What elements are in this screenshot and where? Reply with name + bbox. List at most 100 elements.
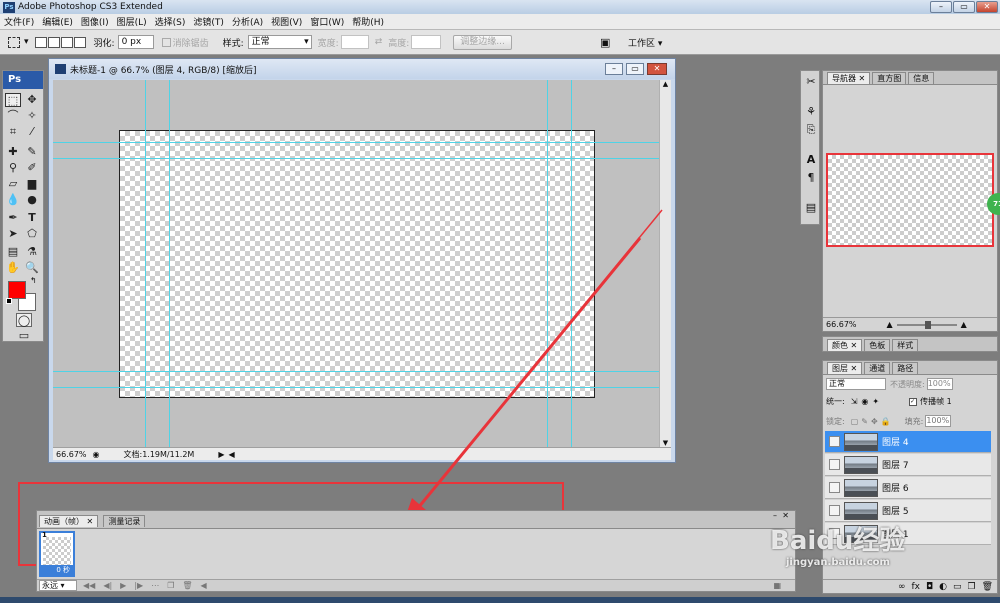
- tab-channels[interactable]: 通道: [864, 362, 891, 374]
- propagate-checkbox[interactable]: ✓: [909, 397, 918, 406]
- foreground-color-swatch[interactable]: [8, 281, 26, 299]
- first-frame-icon[interactable]: ◀◀: [83, 581, 95, 590]
- healing-brush-tool-icon[interactable]: ✚: [5, 145, 21, 159]
- unify-style-icon[interactable]: ✦: [872, 397, 879, 406]
- transparent-canvas[interactable]: [119, 130, 595, 398]
- menu-image[interactable]: 图像(I): [81, 15, 109, 28]
- default-colors-icon[interactable]: [6, 298, 12, 304]
- layer-mask-icon[interactable]: ◘: [926, 582, 933, 592]
- slice-tool-icon[interactable]: ⁄: [24, 125, 40, 139]
- guide-horizontal[interactable]: [53, 387, 659, 388]
- scroll-down-icon[interactable]: ▼: [660, 439, 671, 447]
- visibility-toggle[interactable]: [829, 436, 840, 447]
- navigator-preview[interactable]: [826, 153, 994, 247]
- eraser-tool-icon[interactable]: ▱: [5, 177, 21, 191]
- prev-frame-icon[interactable]: ◀|: [103, 581, 112, 590]
- close-icon[interactable]: ✕: [87, 517, 94, 526]
- lock-all-icon[interactable]: 🔒: [881, 417, 891, 426]
- close-icon[interactable]: ✕: [851, 341, 858, 350]
- zoom-level[interactable]: 66.67%: [56, 450, 87, 459]
- menu-view[interactable]: 视图(V): [271, 15, 302, 28]
- frame-delay[interactable]: 0 秒: [41, 565, 73, 575]
- zoom-slider[interactable]: [896, 320, 957, 329]
- guide-vertical[interactable]: [145, 80, 146, 447]
- guide-vertical[interactable]: [547, 80, 548, 447]
- quick-mask-icon[interactable]: ◯: [16, 313, 32, 327]
- delete-layer-icon[interactable]: 🗑: [982, 582, 993, 592]
- tab-navigator[interactable]: 导航器 ✕: [827, 72, 871, 84]
- tab-animation-frames[interactable]: 动画（帧） ✕: [39, 515, 99, 527]
- adjustment-layer-icon[interactable]: ◐: [939, 582, 947, 592]
- timeline-toggle-icon[interactable]: ▦: [773, 581, 781, 590]
- height-input[interactable]: [411, 35, 442, 49]
- scroll-left-icon[interactable]: ◀: [228, 450, 234, 459]
- history-brush-tool-icon[interactable]: ✐: [24, 161, 40, 175]
- close-icon[interactable]: ✕: [859, 74, 866, 83]
- eyedropper-tool-icon[interactable]: ⚗: [24, 245, 40, 259]
- notes-tool-icon[interactable]: ▤: [5, 245, 21, 259]
- new-layer-icon[interactable]: ❐: [967, 582, 975, 592]
- swap-icon[interactable]: ⇄: [375, 37, 383, 47]
- layer-row[interactable]: 图层 6: [825, 477, 991, 499]
- clone-stamp-tool-icon[interactable]: ⚲: [5, 161, 21, 175]
- panel-close-icon[interactable]: ✕: [782, 511, 789, 520]
- guide-vertical[interactable]: [169, 80, 170, 447]
- vertical-scrollbar[interactable]: ▲ ▼: [659, 80, 671, 447]
- layer-comps-icon[interactable]: ▤: [804, 201, 818, 215]
- refine-edge-button[interactable]: 调整边缘...: [453, 34, 512, 50]
- animation-frame[interactable]: 1 0 秒: [39, 531, 75, 577]
- menu-file[interactable]: 文件(F): [4, 15, 34, 28]
- doc-close-button[interactable]: ✕: [647, 63, 667, 75]
- guide-horizontal[interactable]: [53, 371, 659, 372]
- menu-edit[interactable]: 编辑(E): [42, 15, 73, 28]
- tab-layers[interactable]: 图层 ✕: [827, 362, 863, 374]
- hand-tool-icon[interactable]: ✋: [5, 261, 21, 275]
- loop-select[interactable]: 永远 ▾: [39, 580, 77, 591]
- new-group-icon[interactable]: ▭: [953, 582, 962, 592]
- path-selection-tool-icon[interactable]: ➤: [5, 227, 21, 241]
- type-tool-icon[interactable]: T: [24, 211, 40, 225]
- brushes-icon[interactable]: ⚘: [804, 105, 818, 119]
- tab-color[interactable]: 颜色 ✕: [827, 339, 863, 351]
- style-select[interactable]: 正常 ▾: [247, 35, 312, 49]
- duplicate-frame-icon[interactable]: ❐: [167, 581, 174, 590]
- scroll-up-icon[interactable]: ▲: [660, 80, 671, 88]
- tab-swatches[interactable]: 色板: [864, 339, 891, 351]
- scroll-left-icon[interactable]: ◀: [201, 581, 207, 590]
- workspace-button[interactable]: 工作区 ▾: [628, 36, 662, 49]
- navigator-zoom[interactable]: 66.67%: [826, 320, 857, 329]
- menu-analysis[interactable]: 分析(A): [232, 15, 263, 28]
- width-input[interactable]: [340, 35, 369, 49]
- doc-minimize-button[interactable]: –: [605, 63, 623, 75]
- paragraph-icon[interactable]: ¶: [804, 171, 818, 185]
- menu-window[interactable]: 窗口(W): [310, 15, 344, 28]
- slider-thumb[interactable]: [924, 320, 931, 329]
- lock-transparency-icon[interactable]: ▢: [851, 417, 859, 426]
- link-layers-icon[interactable]: ∞: [898, 582, 906, 592]
- visibility-toggle[interactable]: [829, 459, 840, 470]
- close-icon[interactable]: ✕: [851, 364, 858, 373]
- lock-position-icon[interactable]: ✥: [871, 417, 878, 426]
- layer-style-icon[interactable]: fx: [911, 582, 920, 592]
- tween-icon[interactable]: ⋯: [151, 581, 159, 590]
- antialias-checkbox[interactable]: [161, 37, 171, 47]
- panel-minimize-icon[interactable]: –: [773, 511, 777, 520]
- character-icon[interactable]: A: [804, 153, 818, 167]
- menu-layer[interactable]: 图层(L): [117, 15, 147, 28]
- marquee-preset-icon[interactable]: [8, 36, 20, 48]
- layer-row[interactable]: 图层 4: [825, 431, 991, 453]
- fill-input[interactable]: 100%: [925, 415, 952, 427]
- maximize-button[interactable]: ▭: [953, 1, 975, 13]
- intersect-selection-icon[interactable]: [73, 36, 86, 48]
- brush-tool-icon[interactable]: ✎: [24, 145, 40, 159]
- unify-position-icon[interactable]: ⇲: [851, 397, 858, 406]
- opacity-input[interactable]: 100%: [926, 378, 953, 390]
- menu-filter[interactable]: 滤镜(T): [193, 15, 224, 28]
- shape-tool-icon[interactable]: ⬠: [24, 227, 40, 241]
- layer-row[interactable]: 图层 5: [825, 500, 991, 522]
- guide-horizontal[interactable]: [53, 158, 659, 159]
- close-button[interactable]: ✕: [976, 1, 998, 13]
- next-frame-icon[interactable]: |▶: [134, 581, 143, 590]
- pen-tool-icon[interactable]: ✒: [5, 211, 21, 225]
- tab-styles[interactable]: 样式: [892, 339, 919, 351]
